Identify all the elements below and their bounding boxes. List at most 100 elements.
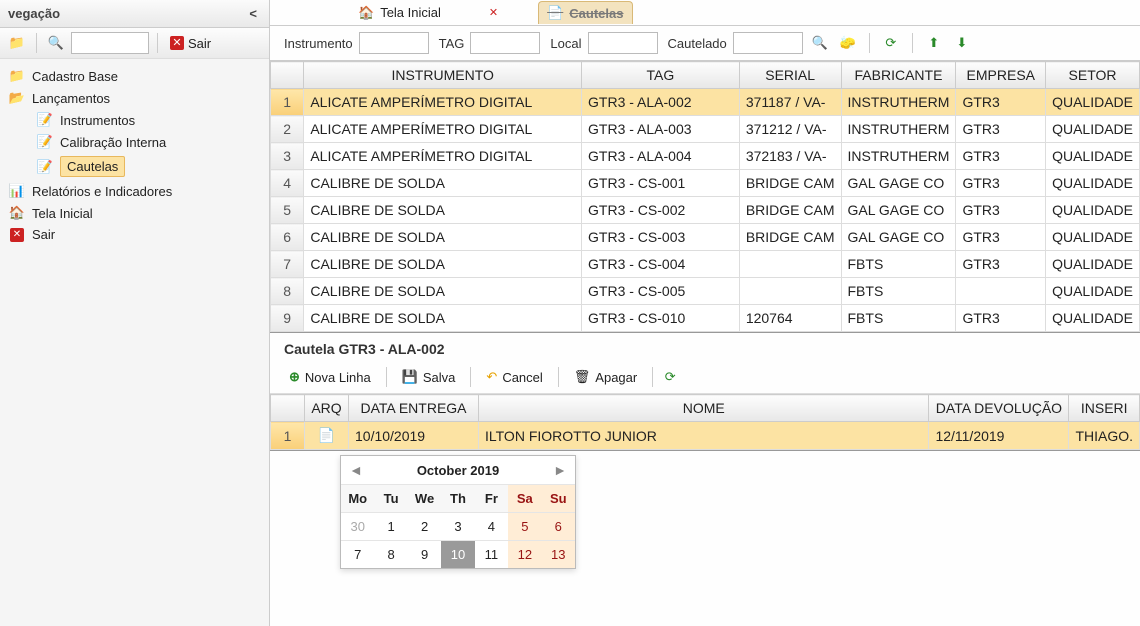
add-icon: ⊕: [289, 369, 300, 385]
filter-cautelado-input[interactable]: [733, 32, 803, 54]
sidebar-search-input[interactable]: [71, 32, 149, 54]
data-devolucao-cell[interactable]: 12/11/2019: [929, 422, 1069, 450]
undo-icon: ↶: [486, 369, 497, 385]
table-row[interactable]: 5CALIBRE DE SOLDAGTR3 - CS-002BRIDGE CAM…: [271, 197, 1140, 224]
col-instrumento[interactable]: INSTRUMENTO: [304, 62, 582, 89]
col-nome[interactable]: NOME: [479, 395, 929, 422]
table-row[interactable]: 4CALIBRE DE SOLDAGTR3 - CS-001BRIDGE CAM…: [271, 170, 1140, 197]
col-setor[interactable]: SETOR: [1046, 62, 1140, 89]
col-tag[interactable]: TAG: [582, 62, 740, 89]
trash-icon: 🗑: [574, 369, 591, 385]
tab-tela-inicial[interactable]: 🏠 Tela Inicial: [350, 2, 449, 24]
close-icon: ✕: [170, 36, 184, 50]
filter-tag-input[interactable]: [470, 32, 540, 54]
data-entrega-cell[interactable]: 10/10/2019: [349, 422, 479, 450]
sidebar-item-cautelas[interactable]: 📝 Cautelas: [32, 153, 265, 180]
folder-icon: 📁: [8, 68, 26, 84]
sidebar-item-sair[interactable]: ✕ Sair: [4, 224, 265, 245]
refresh-button[interactable]: ⟳: [880, 32, 902, 54]
move-up-button[interactable]: ⬆: [923, 32, 945, 54]
navigation-sidebar: vegação < 📁 🔍 ✕ Sair 📁 Cadastro Base 📂 L…: [0, 0, 270, 626]
sair-button[interactable]: ✕ Sair: [166, 34, 215, 53]
search-button[interactable]: 🔍: [809, 32, 831, 54]
salva-button[interactable]: 💾Salva: [393, 365, 465, 389]
sidebar-item-relatorios[interactable]: 📊 Relatórios e Indicadores: [4, 180, 265, 202]
calendar-day[interactable]: 10: [441, 540, 474, 568]
col-serial[interactable]: SERIAL: [739, 62, 841, 89]
prev-month-button[interactable]: ◄: [349, 462, 363, 478]
next-month-button[interactable]: ►: [553, 462, 567, 478]
table-row[interactable]: 3ALICATE AMPERÍMETRO DIGITALGTR3 - ALA-0…: [271, 143, 1140, 170]
close-icon: ✕: [8, 228, 26, 242]
document-edit-icon: 📝: [36, 112, 54, 128]
table-row[interactable]: 7CALIBRE DE SOLDAGTR3 - CS-004FBTSGTR3QU…: [271, 251, 1140, 278]
calendar-dow: Tu: [374, 484, 407, 512]
instruments-table: INSTRUMENTO TAG SERIAL FABRICANTE EMPRES…: [270, 61, 1140, 333]
filter-local-label: Local: [550, 36, 581, 51]
collapse-sidebar-button[interactable]: <: [245, 6, 261, 21]
sidebar-title: vegação: [8, 6, 245, 21]
document-edit-icon: 📝: [36, 134, 54, 150]
calendar-day[interactable]: 6: [542, 512, 575, 540]
table-row[interactable]: 9CALIBRE DE SOLDAGTR3 - CS-010120764FBTS…: [271, 305, 1140, 332]
chart-icon: 📊: [8, 183, 26, 199]
detail-title: Cautela GTR3 - ALA-002: [270, 333, 1140, 361]
filter-instrumento-input[interactable]: [359, 32, 429, 54]
sidebar-item-lancamentos[interactable]: 📂 Lançamentos: [4, 87, 265, 109]
table-row[interactable]: 8CALIBRE DE SOLDAGTR3 - CS-005FBTSQUALID…: [271, 278, 1140, 305]
table-row[interactable]: 6CALIBRE DE SOLDAGTR3 - CS-003BRIDGE CAM…: [271, 224, 1140, 251]
calendar-dow: We: [408, 484, 441, 512]
table-row[interactable]: 1ALICATE AMPERÍMETRO DIGITALGTR3 - ALA-0…: [271, 89, 1140, 116]
calendar-day[interactable]: 12: [508, 540, 541, 568]
apagar-button[interactable]: 🗑Apagar: [565, 365, 646, 389]
filter-instrumento-label: Instrumento: [284, 36, 353, 51]
table-row[interactable]: 2ALICATE AMPERÍMETRO DIGITALGTR3 - ALA-0…: [271, 116, 1140, 143]
document-edit-icon: 📝: [36, 159, 54, 175]
filter-cautelado-label: Cautelado: [668, 36, 727, 51]
filter-tag-label: TAG: [439, 36, 465, 51]
tab-cautelas[interactable]: 📄 Cautelas: [538, 1, 632, 24]
sidebar-item-tela-inicial[interactable]: 🏠 Tela Inicial: [4, 202, 265, 224]
detail-row[interactable]: 1 📄 10/10/2019 ILTON FIOROTTO JUNIOR 12/…: [271, 422, 1140, 450]
col-data-entrega[interactable]: DATA ENTREGA: [349, 395, 479, 422]
calendar-day[interactable]: 30: [341, 512, 374, 540]
calendar-day[interactable]: 2: [408, 512, 441, 540]
close-tab-icon[interactable]: ✕: [489, 6, 498, 19]
inseri-cell: THIAGO.: [1069, 422, 1140, 450]
save-icon: 💾: [402, 369, 418, 385]
calendar-day[interactable]: 9: [408, 540, 441, 568]
calendar-day[interactable]: 3: [441, 512, 474, 540]
calendar-day[interactable]: 4: [475, 512, 508, 540]
col-empresa[interactable]: EMPRESA: [956, 62, 1046, 89]
cautela-detail-table: ARQ DATA ENTREGA NOME DATA DEVOLUÇÃO INS…: [270, 394, 1140, 451]
col-fabricante[interactable]: FABRICANTE: [841, 62, 956, 89]
date-picker: ◄ October 2019 ► MoTuWeThFrSaSu301234567…: [340, 455, 576, 569]
calendar-dow: Th: [441, 484, 474, 512]
arq-cell[interactable]: 📄: [305, 422, 349, 450]
calendar-day[interactable]: 5: [508, 512, 541, 540]
cancel-button[interactable]: ↶Cancel: [477, 365, 551, 389]
erase-button[interactable]: 🧽: [837, 32, 859, 54]
calendar-day[interactable]: 7: [341, 540, 374, 568]
col-arq[interactable]: ARQ: [305, 395, 349, 422]
col-data-devolucao[interactable]: DATA DEVOLUÇÃO: [929, 395, 1069, 422]
filter-local-input[interactable]: [588, 32, 658, 54]
calendar-day[interactable]: 13: [542, 540, 575, 568]
calendar-dow: Fr: [475, 484, 508, 512]
refresh-detail-button[interactable]: ⟳: [659, 366, 681, 388]
calendar-dow: Sa: [508, 484, 541, 512]
search-icon[interactable]: 🔍: [45, 32, 67, 54]
calendar-day[interactable]: 1: [374, 512, 407, 540]
sidebar-item-instrumentos[interactable]: 📝 Instrumentos: [32, 109, 265, 131]
nome-cell[interactable]: ILTON FIOROTTO JUNIOR: [479, 422, 929, 450]
calendar-day[interactable]: 8: [374, 540, 407, 568]
calendar-day[interactable]: 11: [475, 540, 508, 568]
nova-linha-button[interactable]: ⊕Nova Linha: [280, 365, 380, 389]
home-icon: 🏠: [8, 205, 26, 221]
move-down-button[interactable]: ⬇: [951, 32, 973, 54]
col-inseri[interactable]: INSERI: [1069, 395, 1140, 422]
folder-open-icon: 📂: [8, 90, 26, 106]
folder-icon[interactable]: 📁: [6, 32, 28, 54]
sidebar-item-cadastro-base[interactable]: 📁 Cadastro Base: [4, 65, 265, 87]
sidebar-item-calibracao-interna[interactable]: 📝 Calibração Interna: [32, 131, 265, 153]
